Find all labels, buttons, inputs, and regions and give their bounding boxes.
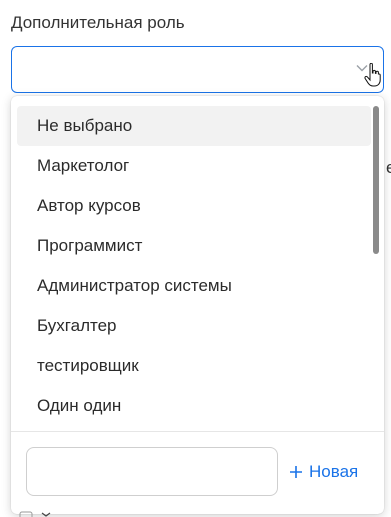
option-marketer[interactable]: Маркетолог xyxy=(17,146,371,186)
option-tester[interactable]: тестировщик xyxy=(17,346,371,386)
hand-pointer-icon xyxy=(364,63,381,87)
field-label: Дополнительная роль xyxy=(11,13,185,32)
option-odin-odin[interactable]: Один один xyxy=(17,386,371,426)
dropdown-scrollbar[interactable] xyxy=(373,106,379,254)
background-checkbox-peek xyxy=(19,511,51,517)
dropdown-divider xyxy=(11,431,384,432)
plus-icon xyxy=(290,466,302,478)
option-programmer[interactable]: Программист xyxy=(17,226,371,266)
new-role-input[interactable] xyxy=(26,447,278,496)
role-dropdown: Не выбрано Маркетолог Автор курсов Прогр… xyxy=(11,96,384,514)
page: Дополнительная роль е Не выбрано Маркето… xyxy=(0,0,391,517)
option-system-admin[interactable]: Администратор системы xyxy=(17,266,371,306)
option-accountant[interactable]: Бухгалтер xyxy=(17,306,371,346)
role-select[interactable] xyxy=(11,46,384,93)
add-new-role-button[interactable]: Новая xyxy=(289,458,358,486)
option-course-author[interactable]: Автор курсов xyxy=(17,186,371,226)
option-not-selected[interactable]: Не выбрано xyxy=(17,106,371,146)
option-list: Не выбрано Маркетолог Автор курсов Прогр… xyxy=(11,106,371,426)
background-partial-text: е xyxy=(386,158,391,177)
add-new-role-label: Новая xyxy=(309,462,359,481)
